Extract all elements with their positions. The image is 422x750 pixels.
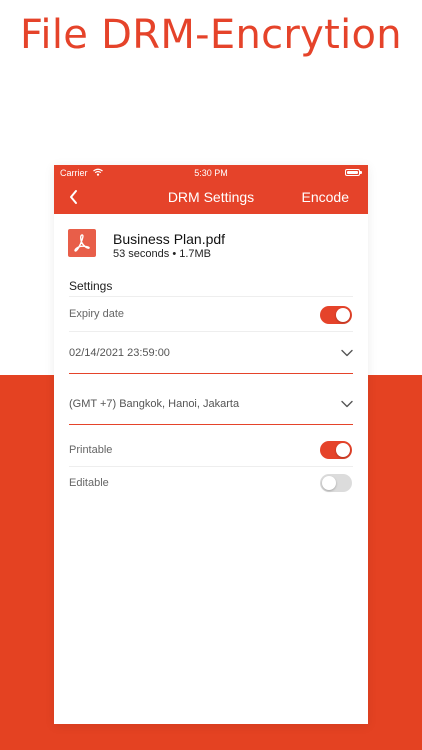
expiry-date-value: 02/14/2021 23:59:00	[69, 347, 170, 359]
battery-icon	[345, 169, 362, 176]
printable-label: Printable	[69, 444, 113, 456]
expiry-date-label: Expiry date	[69, 308, 125, 320]
chevron-down-icon	[341, 400, 353, 408]
editable-label: Editable	[69, 477, 109, 489]
divider	[69, 296, 353, 297]
printable-toggle[interactable]	[320, 441, 352, 459]
banner-title: File DRM-Encrytion	[20, 12, 402, 58]
pdf-file-icon	[68, 229, 96, 257]
navigation-bar: Carrier 5:30 PM DRM Settings Encode	[54, 165, 368, 214]
chevron-down-icon	[341, 349, 353, 357]
file-meta: 53 seconds • 1.7MB	[113, 248, 212, 260]
divider	[69, 331, 353, 332]
encode-button[interactable]: Encode	[302, 189, 349, 205]
status-bar: Carrier 5:30 PM	[54, 165, 368, 181]
settings-heading: Settings	[69, 279, 113, 293]
toggle-knob	[336, 443, 350, 457]
expiry-date-toggle[interactable]	[320, 306, 352, 324]
editable-toggle[interactable]	[320, 474, 352, 492]
timezone-picker[interactable]: (GMT +7) Bangkok, Hanoi, Jakarta	[69, 396, 353, 418]
field-underline	[69, 373, 353, 374]
divider	[69, 466, 353, 467]
file-item: Business Plan.pdf 53 seconds • 1.7MB	[68, 229, 358, 260]
timezone-value: (GMT +7) Bangkok, Hanoi, Jakarta	[69, 398, 240, 410]
phone-screen: Carrier 5:30 PM DRM Settings Encode Busi…	[54, 165, 368, 724]
status-time: 5:30 PM	[194, 168, 228, 178]
toggle-knob	[336, 308, 350, 322]
file-name: Business Plan.pdf	[113, 231, 226, 247]
toggle-knob	[322, 476, 336, 490]
field-underline	[69, 424, 353, 425]
expiry-date-picker[interactable]: 02/14/2021 23:59:00	[69, 345, 353, 367]
